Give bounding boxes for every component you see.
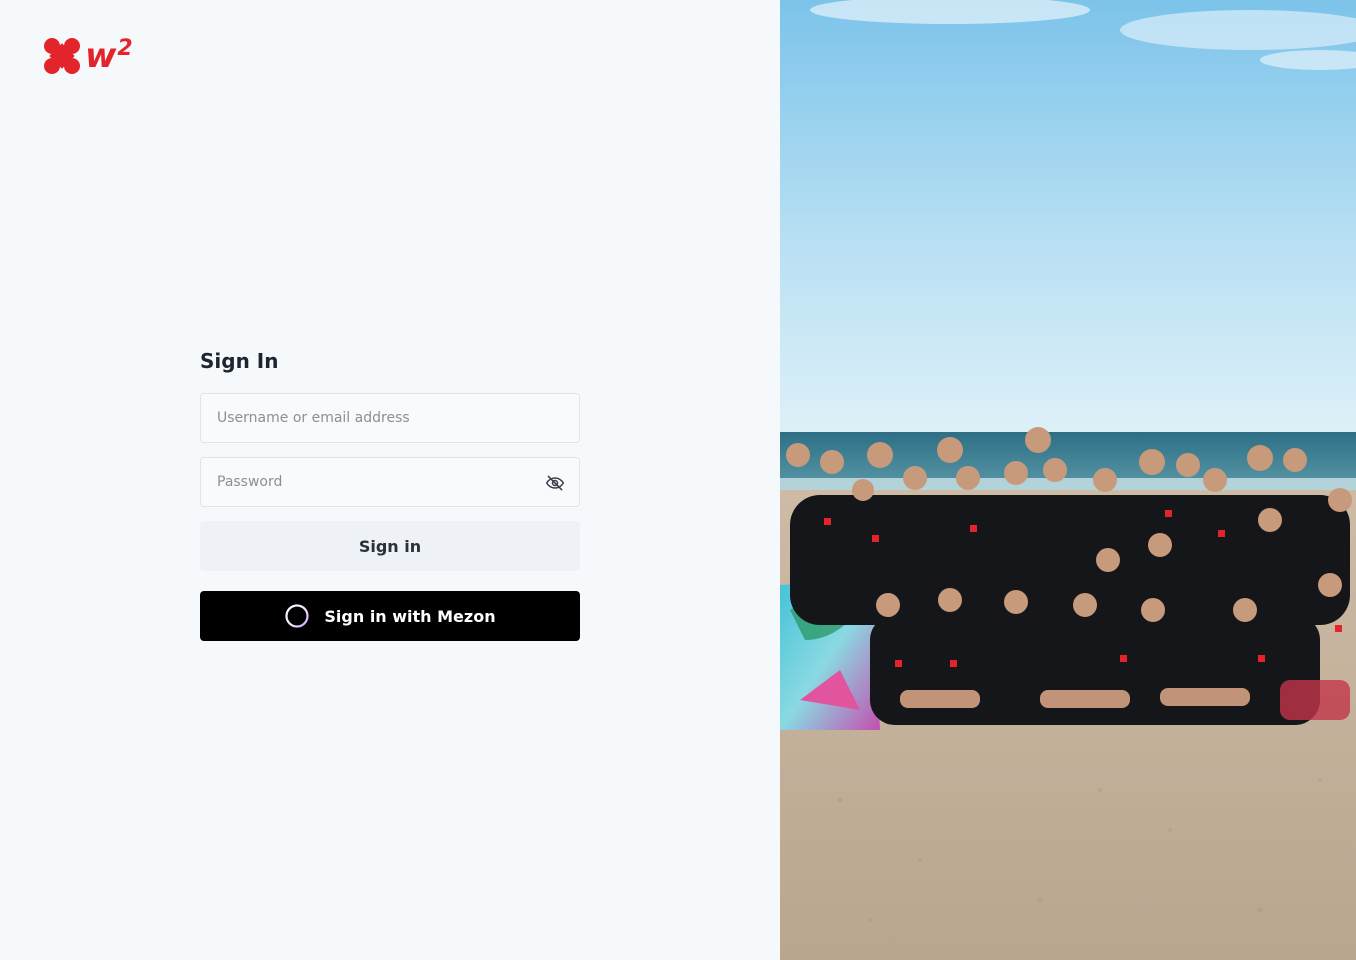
- mezon-button-label: Sign in with Mezon: [324, 606, 496, 626]
- flower-logo-icon: [43, 37, 81, 75]
- password-input[interactable]: [201, 458, 579, 506]
- login-panel: w2 Sign In Sign in: [0, 0, 780, 960]
- hero-photo-illustration: [780, 0, 1356, 960]
- mezon-ring-icon: [285, 604, 309, 628]
- page-title: Sign In: [200, 349, 279, 373]
- mezon-signin-button[interactable]: Sign in with Mezon: [200, 591, 580, 641]
- hero-photo: [780, 0, 1356, 960]
- brand-logo[interactable]: w2: [43, 36, 143, 76]
- username-input[interactable]: [201, 394, 579, 442]
- username-field-wrapper: [200, 393, 580, 443]
- brand-wordmark: w2: [85, 35, 133, 76]
- signin-button[interactable]: Sign in: [200, 521, 580, 571]
- signin-form: Sign In Sign in: [200, 346, 580, 641]
- eye-off-icon[interactable]: [545, 473, 565, 493]
- password-field-wrapper: [200, 457, 580, 507]
